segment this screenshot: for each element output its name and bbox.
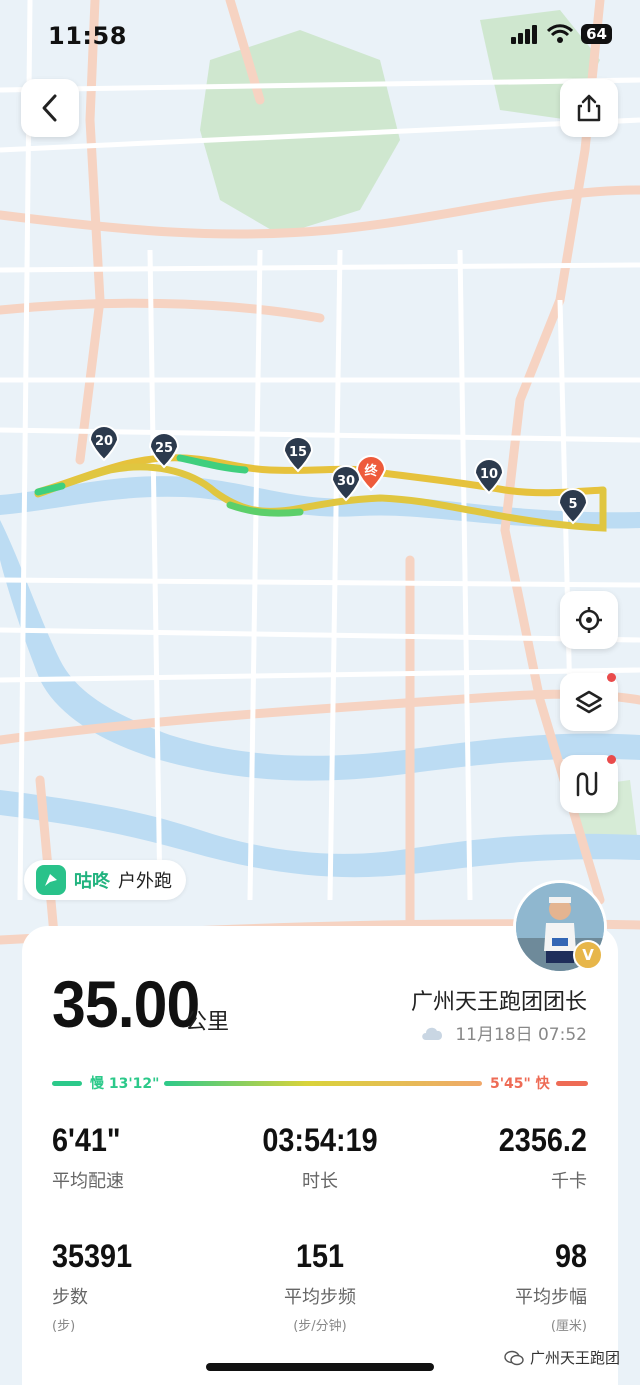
stat-calories-value: 2356.2 xyxy=(498,1122,587,1158)
marker-label: 30 xyxy=(337,474,355,489)
stat-pace: 6'41" 平均配速 xyxy=(52,1122,128,1193)
marker-label: 10 xyxy=(480,467,498,482)
distance-value: 35.00 xyxy=(52,967,200,1041)
marker-label: 5 xyxy=(568,497,577,512)
stat-duration-value: 03:54:19 xyxy=(262,1122,378,1158)
stat-stride: 98 平均步幅 (厘米) xyxy=(515,1238,587,1334)
stat-duration: 03:54:19 时长 xyxy=(220,1122,420,1193)
layers-icon xyxy=(575,690,603,714)
user-name: 广州天王跑团团长 xyxy=(410,990,587,1015)
stat-steps: 35391 步数 (步) xyxy=(52,1238,141,1334)
stat-steps-unit: (步) xyxy=(52,1319,76,1334)
share-icon xyxy=(577,94,601,122)
pace-fast-label: 5'45" 快 xyxy=(490,1075,551,1092)
watermark: 广州天王跑团 xyxy=(504,1347,620,1368)
marker-label: 终 xyxy=(364,463,378,479)
status-time: 11:58 xyxy=(48,22,127,50)
stat-duration-label: 时长 xyxy=(302,1171,338,1192)
stat-cadence-unit: (步/分钟) xyxy=(293,1319,347,1334)
marker-label: 15 xyxy=(289,445,307,460)
locate-button[interactable] xyxy=(560,591,618,649)
codoon-logo-icon xyxy=(36,865,66,895)
back-button[interactable] xyxy=(21,79,79,137)
activity-datetime: 11月18日 07:52 xyxy=(419,1020,587,1045)
status-bar: 11:58 64 xyxy=(0,22,640,56)
stat-cadence-label: 平均步频 xyxy=(284,1287,356,1308)
datetime-text: 11月18日 07:52 xyxy=(455,1025,587,1045)
stat-cadence: 151 平均步频 (步/分钟) xyxy=(220,1238,420,1334)
marker-label: 20 xyxy=(95,434,113,449)
activity-type: 户外跑 xyxy=(118,871,172,892)
watermark-text: 广州天王跑团 xyxy=(529,1349,620,1367)
app-name: 咕咚 xyxy=(74,871,110,892)
share-button[interactable] xyxy=(560,79,618,137)
stat-stride-label: 平均步幅 xyxy=(515,1287,587,1308)
stat-calories-label: 千卡 xyxy=(551,1171,587,1192)
layers-notification-dot xyxy=(607,673,616,682)
pace-fast-swatch xyxy=(556,1081,588,1086)
pace-slow-label: 慢 13'12" xyxy=(90,1075,159,1092)
home-indicator[interactable] xyxy=(206,1363,434,1371)
activity-type-pill: 咕咚 户外跑 xyxy=(24,860,186,900)
chevron-left-icon xyxy=(42,94,57,122)
stat-pace-label: 平均配速 xyxy=(52,1171,124,1192)
stat-pace-value: 6'41" xyxy=(52,1122,121,1158)
pace-slow-swatch xyxy=(52,1081,82,1086)
stat-steps-label: 步数 xyxy=(52,1287,88,1308)
crosshair-icon xyxy=(576,607,602,633)
stat-steps-value: 35391 xyxy=(52,1238,133,1274)
battery-level: 64 xyxy=(581,24,612,44)
stat-calories: 2356.2 千卡 xyxy=(489,1122,587,1193)
verified-badge-icon: V xyxy=(573,940,603,970)
stat-stride-value: 98 xyxy=(554,1238,587,1274)
pace-legend: 慢 13'12" 5'45" 快 xyxy=(52,1075,588,1092)
wechat-icon xyxy=(504,1350,524,1365)
signal-icon xyxy=(511,25,538,44)
route-notification-dot xyxy=(607,755,616,764)
cloud-icon xyxy=(422,1027,443,1040)
marker-label: 25 xyxy=(155,441,173,456)
wave-route-icon xyxy=(576,771,598,797)
stat-cadence-value: 151 xyxy=(295,1238,345,1274)
distance-unit: 公里 xyxy=(185,1010,230,1035)
pace-gradient-bar xyxy=(164,1081,482,1086)
wifi-icon xyxy=(547,24,574,43)
stat-stride-unit: (厘米) xyxy=(550,1319,587,1334)
